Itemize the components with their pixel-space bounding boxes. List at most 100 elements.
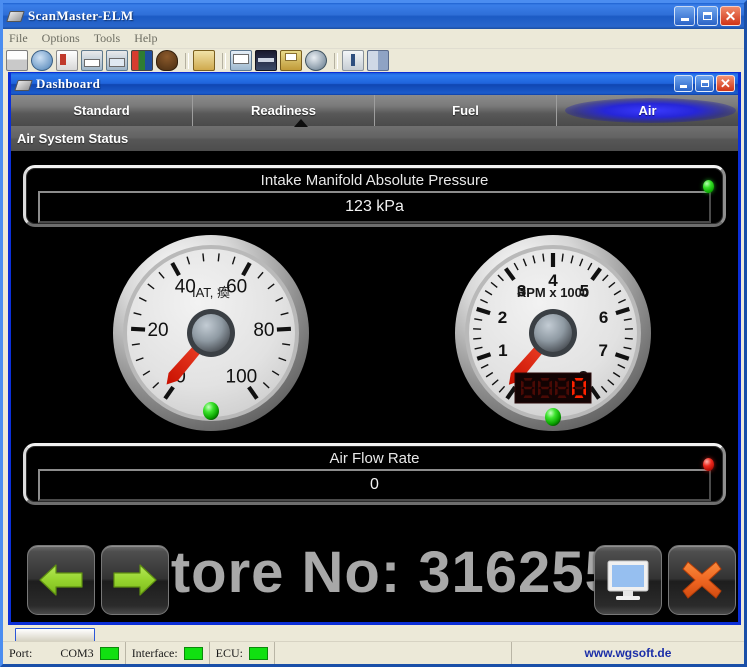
gauge-rpm-led bbox=[545, 408, 561, 426]
panel-maf-status-led bbox=[703, 458, 714, 471]
app-maximize-button[interactable] bbox=[697, 6, 718, 26]
chip-icon bbox=[14, 78, 33, 91]
mdi-client-area: Dashboard ✕ Standard Readiness Fuel Air … bbox=[3, 72, 744, 641]
menu-item-tools[interactable]: Tools bbox=[94, 31, 121, 46]
section-header: Air System Status bbox=[11, 119, 738, 151]
dashboard-body: Intake Manifold Absolute Pressure 123 kP… bbox=[11, 151, 738, 622]
status-spacer bbox=[275, 642, 512, 664]
panel-maf-title: Air Flow Rate bbox=[329, 450, 420, 467]
status-port-led bbox=[99, 646, 119, 660]
chip-icon bbox=[6, 9, 25, 23]
dashboard-button-row bbox=[11, 543, 738, 619]
gauge-rpm-caption: RPM x 1000 bbox=[517, 285, 589, 300]
section-title: Air System Status bbox=[17, 131, 129, 146]
horizontal-scrollbar[interactable] bbox=[15, 628, 95, 641]
panel-maf-value: 0 bbox=[38, 469, 711, 501]
app-window-controls: ✕ bbox=[674, 6, 741, 26]
menu-item-options[interactable]: Options bbox=[42, 31, 80, 46]
new-icon[interactable] bbox=[6, 50, 28, 71]
menu-item-help[interactable]: Help bbox=[134, 31, 157, 46]
status-url[interactable]: www.wgsoft.de bbox=[512, 642, 744, 664]
menu-bar: File Options Tools Help bbox=[3, 29, 744, 49]
monitor-icon bbox=[607, 560, 649, 600]
monitor-icon[interactable] bbox=[106, 50, 128, 71]
dashboard-titlebar: Dashboard ✕ bbox=[11, 73, 738, 95]
status-bar: Port: COM3 Interface: ECU: www.wgsoft.de bbox=[3, 641, 744, 664]
close-x-icon bbox=[682, 561, 722, 599]
dashboard-window-controls: ✕ bbox=[674, 75, 735, 92]
tab-fuel-label: Fuel bbox=[452, 103, 479, 118]
panel-map-value: 123 kPa bbox=[38, 191, 711, 223]
app-close-button[interactable]: ✕ bbox=[720, 6, 741, 26]
panel-intake-manifold-absolute-pressure: Intake Manifold Absolute Pressure 123 kP… bbox=[23, 165, 726, 227]
next-button[interactable] bbox=[101, 545, 169, 615]
dashboard-minimize-button[interactable] bbox=[674, 75, 693, 92]
svg-text:20: 20 bbox=[147, 320, 168, 341]
dashboard-window: Dashboard ✕ Standard Readiness Fuel Air … bbox=[8, 72, 741, 625]
svg-text:2: 2 bbox=[498, 308, 507, 327]
svg-text:1: 1 bbox=[498, 341, 507, 360]
app-titlebar: ScanMaster-ELM ✕ bbox=[3, 3, 744, 29]
toolbar bbox=[3, 49, 744, 72]
gauge-iat: 020406080100 IAT, 瘓 bbox=[111, 233, 311, 433]
globe-icon[interactable] bbox=[31, 50, 53, 71]
status-ecu-led bbox=[249, 646, 268, 660]
toolbar-separator bbox=[222, 52, 226, 69]
exit-icon[interactable] bbox=[367, 50, 389, 71]
active-tab-marker-triangle bbox=[294, 119, 308, 127]
svg-text:6: 6 bbox=[599, 308, 608, 327]
colors-icon[interactable] bbox=[131, 50, 153, 71]
svg-text:80: 80 bbox=[253, 320, 274, 341]
status-interface-label: Interface: bbox=[131, 645, 178, 660]
display-button[interactable] bbox=[594, 545, 662, 615]
dashboard-tabbar: Standard Readiness Fuel Air bbox=[11, 95, 738, 126]
app-minimize-button[interactable] bbox=[674, 6, 695, 26]
panel-air-flow-rate: Air Flow Rate 0 bbox=[23, 443, 726, 505]
status-port-value: COM3 bbox=[60, 645, 94, 660]
gauge-icon[interactable] bbox=[305, 50, 327, 71]
bar-icon[interactable] bbox=[255, 50, 277, 71]
status-url-label: www.wgsoft.de bbox=[584, 646, 672, 660]
status-ecu-label: ECU: bbox=[215, 645, 243, 660]
application-window: ScanMaster-ELM ✕ File Options Tools Help bbox=[0, 0, 747, 667]
status-ecu: ECU: bbox=[210, 642, 275, 664]
status-interface: Interface: bbox=[126, 642, 210, 664]
print-icon[interactable] bbox=[193, 50, 215, 71]
tab-air[interactable]: Air bbox=[557, 95, 738, 126]
gauge-rpm-svg: 012345678 RPM x 1000 bbox=[455, 235, 651, 431]
menu-item-file[interactable]: File bbox=[9, 31, 28, 46]
tab-readiness-label: Readiness bbox=[250, 103, 317, 118]
tab-standard[interactable]: Standard bbox=[11, 95, 193, 126]
arrow-right-icon bbox=[113, 564, 157, 596]
status-interface-led bbox=[183, 646, 203, 660]
toolbar-separator bbox=[185, 52, 189, 69]
previous-button[interactable] bbox=[27, 545, 95, 615]
gauge-iat-svg: 020406080100 IAT, 瘓 bbox=[113, 235, 309, 431]
gauge-rpm: 012345678 RPM x 1000 bbox=[453, 233, 653, 433]
status-port: Port: COM3 bbox=[3, 642, 126, 664]
dashboard-title: Dashboard bbox=[36, 76, 101, 91]
gauge-iat-led bbox=[203, 402, 219, 420]
tab-air-label: Air bbox=[638, 103, 657, 118]
dashboard-close-button[interactable]: ✕ bbox=[716, 75, 735, 92]
gauge-iat-caption: IAT, 瘓 bbox=[192, 285, 230, 300]
tab-fuel[interactable]: Fuel bbox=[375, 95, 557, 126]
save-icon[interactable] bbox=[280, 50, 302, 71]
arrow-left-icon bbox=[39, 564, 83, 596]
tab-readiness[interactable]: Readiness bbox=[193, 95, 375, 126]
panel-map-title: Intake Manifold Absolute Pressure bbox=[260, 172, 489, 189]
panel-map-status-led bbox=[703, 180, 714, 193]
svg-text:7: 7 bbox=[598, 341, 607, 360]
dashboard-maximize-button[interactable] bbox=[695, 75, 714, 92]
status-port-label: Port: bbox=[9, 645, 33, 660]
toolbar-separator bbox=[334, 52, 338, 69]
close-dashboard-button[interactable] bbox=[668, 545, 736, 615]
report-icon[interactable] bbox=[56, 50, 78, 71]
app-title: ScanMaster-ELM bbox=[28, 8, 134, 23]
window-icon[interactable] bbox=[230, 50, 252, 71]
sensor-icon[interactable] bbox=[156, 50, 178, 71]
scan-icon[interactable] bbox=[81, 50, 103, 71]
tab-standard-label: Standard bbox=[73, 103, 130, 118]
svg-text:100: 100 bbox=[226, 366, 258, 387]
graph-icon[interactable] bbox=[342, 50, 364, 71]
